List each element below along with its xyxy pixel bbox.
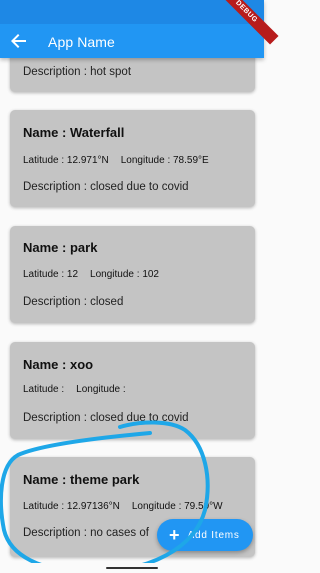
- place-latitude: Latitude : 12.971°N: [23, 155, 109, 166]
- system-navigation-bar: [0, 563, 264, 573]
- place-description: Description : no cases of: [23, 527, 149, 539]
- place-longitude: Longitude : 79.59°W: [131, 501, 223, 512]
- home-indicator[interactable]: [106, 567, 158, 569]
- plus-icon: +: [169, 525, 180, 545]
- arrow-back-icon: [11, 34, 26, 48]
- place-coordinates: Latitude : 12.97136°N Longitude : 79.59°W: [23, 501, 223, 512]
- place-description: Description : hot spot: [23, 66, 132, 78]
- app-bar: App Name DEBUG: [0, 0, 279, 58]
- places-list[interactable]: Description : hot spot Name : Waterfall …: [0, 58, 264, 573]
- add-items-button[interactable]: + Add Items: [157, 519, 253, 551]
- back-button[interactable]: [8, 30, 30, 52]
- status-bar: [0, 0, 264, 24]
- place-name: Name : theme park: [23, 472, 140, 487]
- place-coordinates: Latitude : 12.971°N Longitude : 78.59°E: [23, 155, 209, 166]
- place-description: Description : closed: [23, 296, 124, 308]
- place-longitude: Longitude : 102: [90, 269, 159, 280]
- place-coordinates: Latitude : Longitude :: [23, 384, 126, 395]
- place-card[interactable]: Name : Waterfall Latitude : 12.971°N Long…: [10, 110, 255, 207]
- place-longitude: Longitude : 78.59°E: [120, 155, 209, 166]
- place-description: Description : closed due to covid: [23, 181, 189, 193]
- place-name: Name : Waterfall: [23, 125, 125, 140]
- place-latitude: Latitude : 12.97136°N: [23, 501, 120, 512]
- place-latitude: Latitude :: [23, 384, 65, 395]
- place-latitude: Latitude : 12: [23, 269, 79, 280]
- place-longitude: Longitude :: [76, 384, 126, 395]
- place-card[interactable]: Description : hot spot: [10, 58, 255, 92]
- add-items-label: Add Items: [187, 529, 240, 541]
- place-card[interactable]: Name : park Latitude : 12 Longitude : 102…: [10, 226, 255, 323]
- place-coordinates: Latitude : 12 Longitude : 102: [23, 269, 159, 280]
- app-title: App Name: [48, 34, 115, 50]
- place-description: Description : closed due to covid: [23, 412, 189, 424]
- place-name: Name : park: [23, 240, 98, 255]
- place-name: Name : xoo: [23, 357, 94, 372]
- place-card[interactable]: Name : xoo Latitude : Longitude : Descrip…: [10, 342, 255, 439]
